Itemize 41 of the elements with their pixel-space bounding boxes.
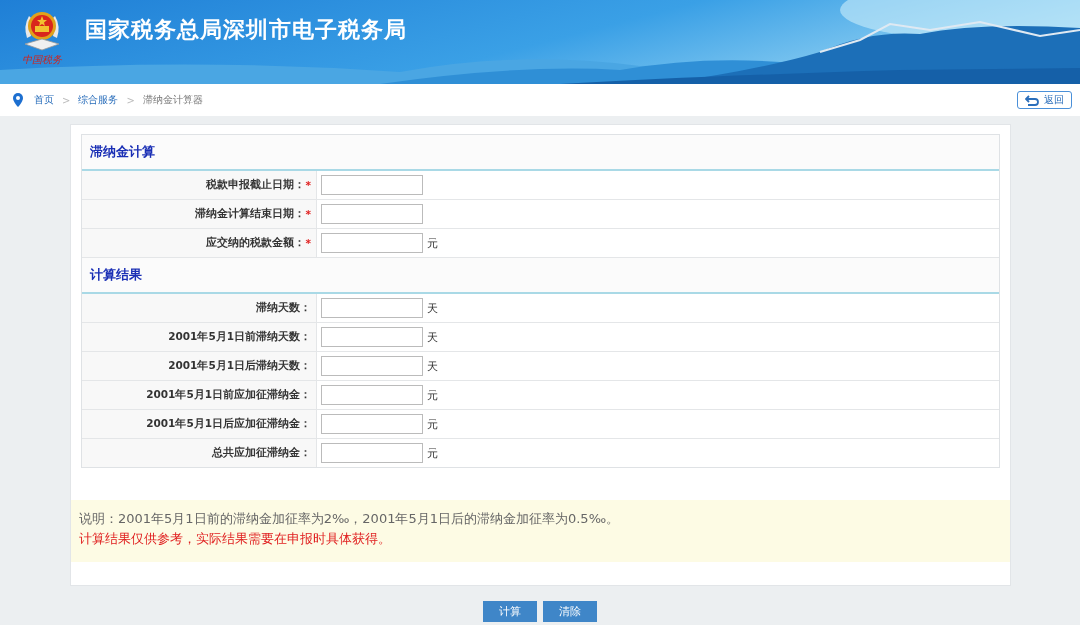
field-label: 2001年5月1日前应加征滞纳金： xyxy=(82,381,317,409)
field-label: 2001年5月1日后应加征滞纳金： xyxy=(82,410,317,438)
breadcrumb-separator: > xyxy=(62,94,71,106)
breadcrumb-current: 滞纳金计算器 xyxy=(142,93,203,107)
input-field[interactable] xyxy=(321,356,423,376)
breadcrumb-separator: > xyxy=(126,94,135,106)
field-label: 2001年5月1日前滞纳天数： xyxy=(82,323,317,351)
field-label: 税款申报截止日期：* xyxy=(82,171,317,199)
input-field[interactable] xyxy=(321,298,423,318)
location-pin-icon xyxy=(12,93,24,107)
input-field[interactable] xyxy=(321,233,423,253)
input-field[interactable] xyxy=(321,443,423,463)
unit-label: 元 xyxy=(427,235,438,251)
input-field[interactable] xyxy=(321,327,423,347)
section-title: 滞纳金计算 xyxy=(82,135,999,171)
input-field[interactable] xyxy=(321,175,423,195)
site-title: 国家税务总局深圳市电子税务局 xyxy=(85,16,407,44)
input-field[interactable] xyxy=(321,204,423,224)
action-button[interactable]: 计算 xyxy=(483,601,537,622)
input-field[interactable] xyxy=(321,414,423,434)
unit-label: 元 xyxy=(427,387,438,403)
field-label: 滞纳天数： xyxy=(82,294,317,322)
breadcrumb-link[interactable]: 首页 xyxy=(34,93,54,107)
emblem-caption: 中国税务 xyxy=(22,54,62,66)
field-label: 2001年5月1日后滞纳天数： xyxy=(82,352,317,380)
note-text: 说明：2001年5月1日前的滞纳金加征率为2‰，2001年5月1日后的滞纳金加征率为0.5‰。 xyxy=(79,510,621,528)
field-label: 应交纳的税款金额：* xyxy=(82,229,317,257)
action-button[interactable]: 清除 xyxy=(543,601,597,622)
back-button[interactable]: 返回 xyxy=(1017,91,1072,109)
field-label: 总共应加征滞纳金： xyxy=(82,439,317,467)
unit-label: 天 xyxy=(427,358,438,374)
field-label: 滞纳金计算结束日期：* xyxy=(82,200,317,228)
breadcrumb-link[interactable]: 综合服务 xyxy=(78,93,119,107)
unit-label: 元 xyxy=(427,416,438,432)
unit-label: 天 xyxy=(427,329,438,345)
return-arrow-icon xyxy=(1025,94,1039,106)
unit-label: 元 xyxy=(427,445,438,461)
input-field[interactable] xyxy=(321,385,423,405)
warning-text: 计算结果仅供参考，实际结果需要在申报时具体获得。 xyxy=(79,530,392,548)
section-title: 计算结果 xyxy=(82,258,999,294)
unit-label: 天 xyxy=(427,300,438,316)
